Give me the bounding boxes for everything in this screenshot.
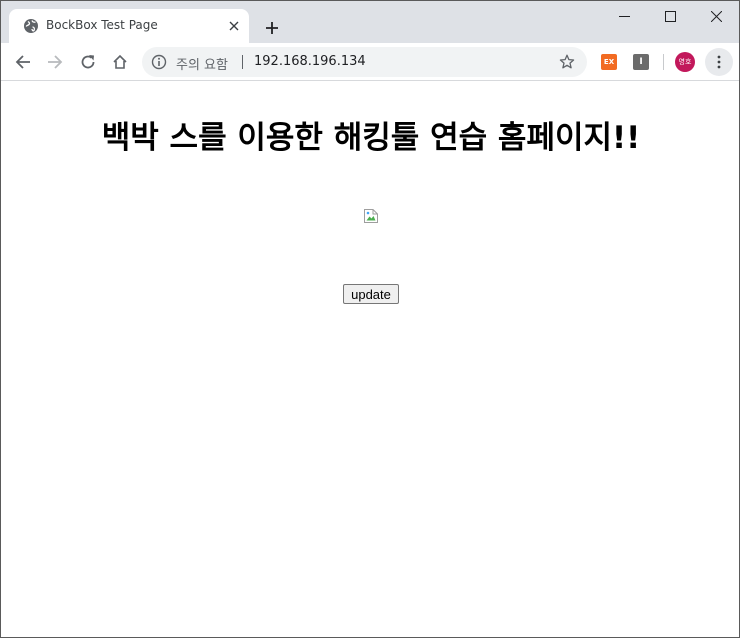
star-icon[interactable] (559, 54, 575, 70)
profile-avatar-label: 영호 (678, 58, 692, 66)
url-text[interactable]: 192.168.196.134 (254, 54, 366, 69)
browser-tab[interactable]: BockBox Test Page (9, 9, 249, 43)
tab-title: BockBox Test Page (46, 18, 158, 32)
browser-toolbar: 주의 요함 192.168.196.134 EX I 영호 (1, 43, 739, 81)
plus-icon[interactable] (260, 16, 284, 40)
home-icon[interactable] (107, 49, 133, 75)
minimize-icon[interactable] (601, 1, 647, 31)
close-icon[interactable] (693, 1, 739, 31)
i-extension-icon[interactable]: I (633, 54, 649, 70)
omnibox-separator (242, 55, 243, 69)
browser-window: BockBox Test Page 주의 요함 192.168.196.134 … (0, 0, 740, 638)
ex-extension-label: EX (603, 58, 615, 66)
maximize-icon[interactable] (647, 1, 693, 31)
address-bar[interactable]: 주의 요함 192.168.196.134 (142, 47, 587, 77)
back-arrow-icon[interactable] (10, 49, 36, 75)
i-extension-label: I (639, 57, 643, 67)
profile-avatar[interactable]: 영호 (675, 52, 695, 72)
forward-arrow-icon[interactable] (42, 49, 68, 75)
info-icon[interactable] (151, 54, 167, 70)
toolbar-divider (663, 54, 664, 70)
tab-close-icon[interactable] (225, 17, 243, 35)
broken-image-icon (364, 209, 378, 223)
page-heading: 백박 스를 이용한 해킹툴 연습 홈페이지!! (101, 120, 641, 156)
ex-extension-icon[interactable]: EX (601, 54, 617, 70)
update-button[interactable]: update (343, 284, 399, 304)
tab-strip: BockBox Test Page (1, 1, 739, 43)
globe-icon (24, 19, 38, 33)
reload-icon[interactable] (75, 49, 101, 75)
security-warning-text: 주의 요함 (176, 58, 228, 73)
three-dot-menu-icon[interactable] (705, 48, 733, 76)
page-content: 백박 스를 이용한 해킹툴 연습 홈페이지!! update (1, 82, 739, 637)
